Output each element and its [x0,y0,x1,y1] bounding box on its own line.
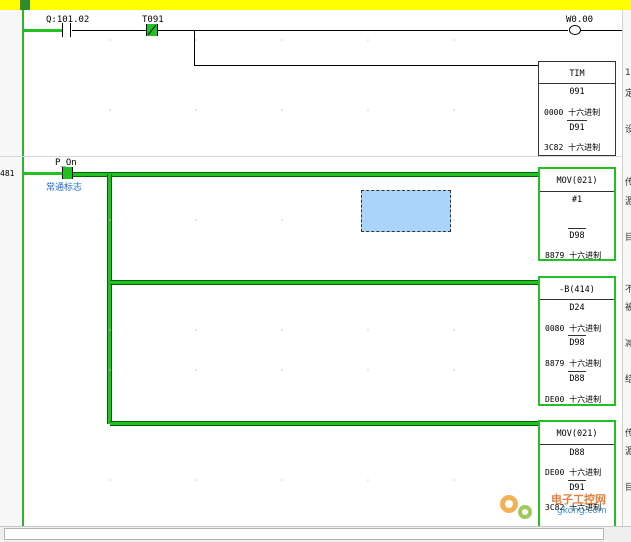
rung-number-gutter [0,10,23,526]
comment-char: 目 [625,233,631,243]
comment-char: 传 [625,429,631,439]
scrollbar-thumb[interactable] [4,528,604,540]
watermark-url: gkong.com [557,506,607,516]
comment-char: 目 [625,483,631,493]
comment-char: 结 [625,375,631,385]
watermark-brand: 电子工控网 [551,493,606,506]
comment-char: 设 [625,125,631,135]
rung-number: 481 [0,169,15,178]
comment-char: 定 [625,89,631,99]
comment-char: 1 [625,68,631,78]
rung-highlight-bar [0,0,631,10]
comment-char: 传 [625,178,631,188]
comment-char: 源 [625,447,631,457]
comment-char: 被 [625,303,631,313]
rung-marker [20,0,30,10]
comment-char: 源 [625,197,631,207]
comment-char: 减 [625,339,631,349]
gear-icon [500,495,532,519]
grid-dots [109,39,455,481]
watermark-logo: 电子工控网 gkong.com [495,488,625,524]
comment-char: 不 [625,285,631,295]
